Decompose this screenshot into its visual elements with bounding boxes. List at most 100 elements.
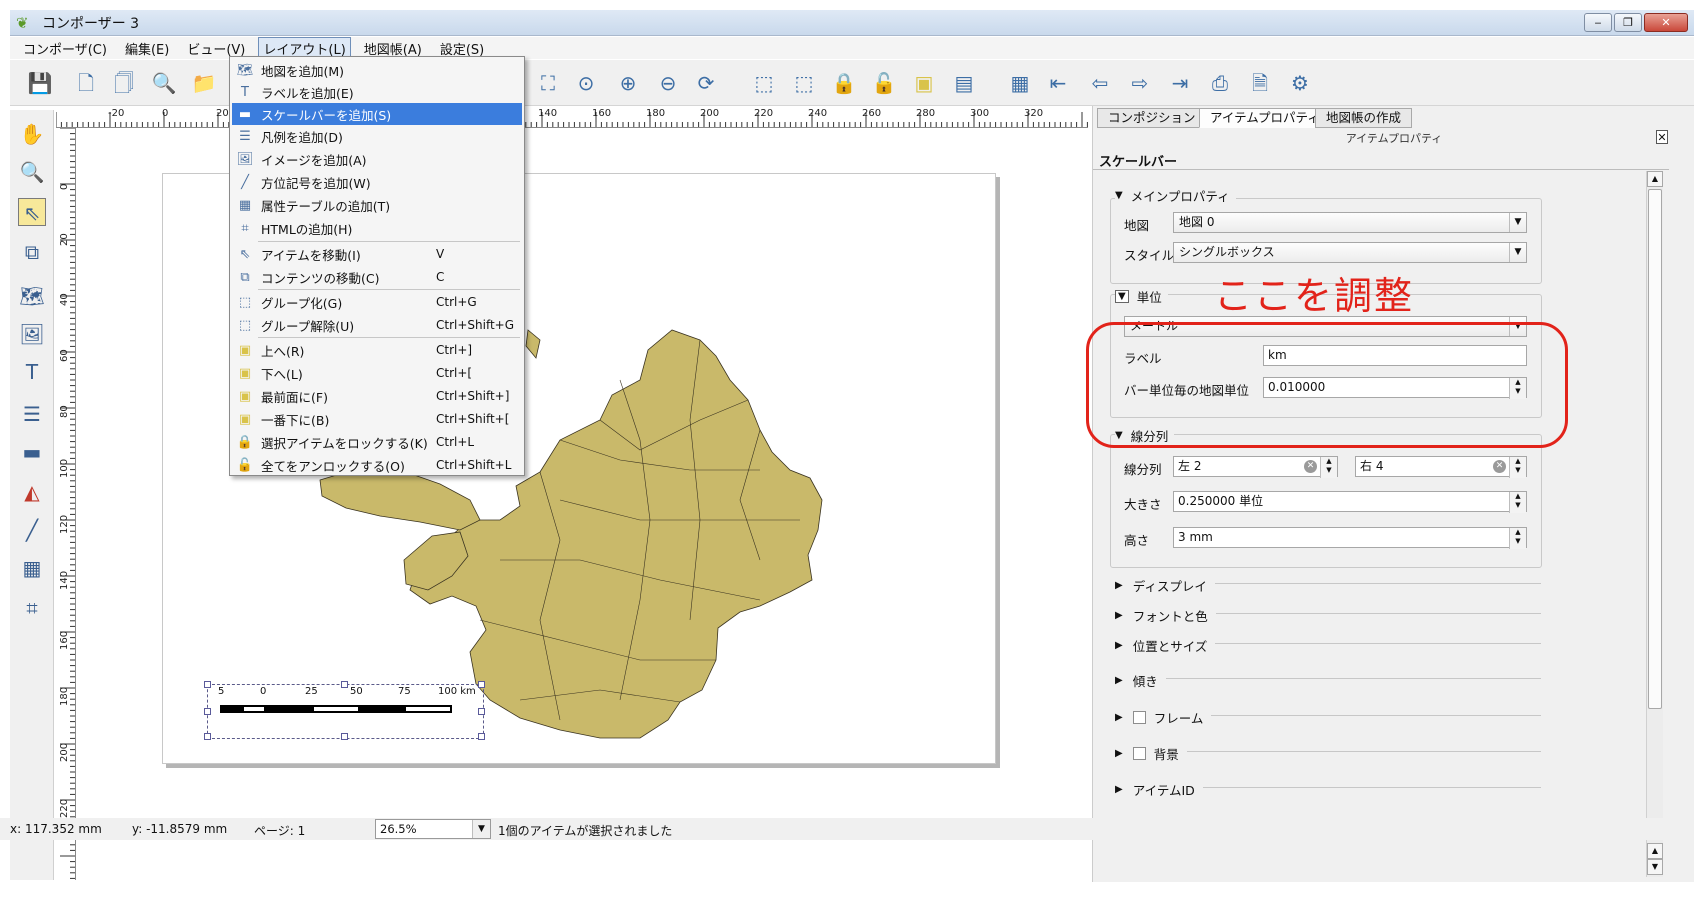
item-properties-panel: コンポジション アイテムプロパティ 地図帳の作成 アイテムプロパティ ✕ スケー… xyxy=(1092,106,1694,882)
resize-handle[interactable] xyxy=(478,708,485,715)
style-select[interactable]: シングルボックス ▼ xyxy=(1173,242,1527,263)
bar-height-input[interactable]: 3 mm ▲ ▼ xyxy=(1173,527,1527,549)
menu-item-label: グループ化(G) xyxy=(261,295,343,311)
section-item-id[interactable]: ▶ アイテムID xyxy=(1115,780,1203,799)
menu-item-label: 全てをアンロックする(O) xyxy=(261,458,405,474)
spinbox-arrows-icon[interactable]: ▲ ▼ xyxy=(1509,457,1526,478)
spinbox-arrows-icon[interactable]: ▲ ▼ xyxy=(1320,457,1337,478)
menu-item-label: HTMLの追加(H) xyxy=(261,221,353,237)
menu-item-label: イメージを追加(A) xyxy=(261,152,367,168)
scroll-up-icon[interactable]: ▲ xyxy=(1647,171,1663,187)
menu-add-html[interactable]: ⌗ HTMLの追加(H) xyxy=(232,217,522,239)
menu-shortcut: C xyxy=(436,270,445,284)
cursor-x-readout: x: 117.352 mm xyxy=(10,822,102,836)
section-display[interactable]: ▶ ディスプレイ xyxy=(1115,576,1215,595)
section-font-color[interactable]: ▶ フォントと色 xyxy=(1115,606,1216,625)
lock-icon: 🔒 xyxy=(236,434,254,450)
segments-left-value: 左 2 xyxy=(1178,459,1202,473)
resize-handle[interactable] xyxy=(204,733,211,740)
map-select[interactable]: 地図 0 ▼ xyxy=(1173,212,1527,233)
scroll-down-icon[interactable]: ▼ xyxy=(1647,859,1663,875)
resize-handle[interactable] xyxy=(341,733,348,740)
resize-handle[interactable] xyxy=(204,708,211,715)
dock-title: アイテムプロパティ xyxy=(1345,132,1443,145)
zoom-value: 26.5% xyxy=(380,822,417,836)
menu-bring-front[interactable]: ▣ 最前面に(F) Ctrl+Shift+] xyxy=(232,385,522,407)
clear-icon[interactable]: ✕ xyxy=(1304,460,1317,473)
tab-composition[interactable]: コンポジション xyxy=(1097,108,1207,128)
bring-front-icon: ▣ xyxy=(238,388,252,404)
menu-item-label: 一番下に(B) xyxy=(261,412,330,428)
section-position-size[interactable]: ▶ 位置とサイズ xyxy=(1115,636,1216,655)
menu-item-label: 属性テーブルの追加(T) xyxy=(261,198,391,214)
layout-menu-dropdown: 🗺 地図を追加(M) T ラベルを追加(E) ▬ スケールバーを追加(S) ☰ 凡例を追… xyxy=(229,56,525,476)
menu-add-image[interactable]: 🖼 イメージを追加(A) xyxy=(232,148,522,170)
divider xyxy=(1093,169,1669,170)
add-html-icon: ⌗ xyxy=(241,220,249,236)
tab-atlas-generation[interactable]: 地図帳の作成 xyxy=(1315,108,1413,128)
menu-add-legend[interactable]: ☰ 凡例を追加(D) xyxy=(232,125,522,147)
resize-handle[interactable] xyxy=(204,681,211,688)
menu-separator xyxy=(258,289,520,290)
menu-item-label: スケールバーを追加(S) xyxy=(261,107,392,123)
expand-triangle-icon: ▶ xyxy=(1115,748,1123,759)
menu-move-content[interactable]: ⧉ コンテンツの移動(C) C xyxy=(232,266,522,288)
annotation-text: ここを調整 xyxy=(1214,274,1415,318)
segments-right-input[interactable]: 右 4 ✕ ▲ ▼ xyxy=(1355,456,1527,478)
menu-item-label: 選択アイテムをロックする(K) xyxy=(261,435,428,451)
menu-lower[interactable]: ▣ 下へ(L) Ctrl+[ xyxy=(232,362,522,384)
section-background[interactable]: ▶ 背景 xyxy=(1115,744,1187,763)
background-checkbox[interactable] xyxy=(1132,747,1146,760)
add-map-icon: 🗺 xyxy=(236,62,254,78)
resize-handle[interactable] xyxy=(478,681,485,688)
send-back-icon: ▣ xyxy=(238,411,252,427)
clear-icon[interactable]: ✕ xyxy=(1493,460,1506,473)
menu-shortcut: Ctrl+G xyxy=(436,295,477,309)
zoom-select[interactable]: 26.5% ▼ xyxy=(375,819,491,839)
spinbox-arrows-icon[interactable]: ▲ ▼ xyxy=(1509,528,1526,549)
menu-lock[interactable]: 🔒 選択アイテムをロックする(K) Ctrl+L xyxy=(232,431,522,453)
menu-shortcut: Ctrl+] xyxy=(436,343,473,357)
units-header[interactable]: ▼ 単位 xyxy=(1115,287,1168,306)
menu-add-arrow[interactable]: ╱ 方位記号を追加(W) xyxy=(232,171,522,193)
scroll-up-icon[interactable]: ▲ xyxy=(1647,843,1663,859)
scrollbar-thumb[interactable] xyxy=(1648,189,1662,709)
main-properties-header[interactable]: ▼ メインプロパティ xyxy=(1115,186,1236,205)
divider xyxy=(1123,678,1541,679)
scalebar-item[interactable]: 5 0 25 50 75 100 km xyxy=(204,681,485,740)
menu-raise[interactable]: ▣ 上へ(R) Ctrl+] xyxy=(232,339,522,361)
menu-add-map[interactable]: 🗺 地図を追加(M) xyxy=(232,59,522,81)
scalebar-label: 25 xyxy=(305,686,318,697)
resize-handle[interactable] xyxy=(478,733,485,740)
panel-scrollbar[interactable]: ▲ ▲ ▼ xyxy=(1646,171,1663,877)
size-label: 大きさ xyxy=(1124,497,1162,512)
section-title: フォントと色 xyxy=(1132,609,1208,624)
move-content-icon: ⧉ xyxy=(240,269,250,285)
tab-item-properties[interactable]: アイテムプロパティ xyxy=(1199,108,1331,128)
menu-group[interactable]: ⬚ グループ化(G) Ctrl+G xyxy=(232,291,522,313)
select-move-icon: ⇖ xyxy=(239,246,251,262)
scalebar-bar xyxy=(220,705,452,713)
menu-ungroup[interactable]: ⬚ グループ解除(U) Ctrl+Shift+G xyxy=(232,314,522,336)
add-arrow-icon: ╱ xyxy=(241,174,249,190)
segments-label: 線分列 xyxy=(1124,462,1162,477)
add-scalebar-icon: ▬ xyxy=(238,106,252,122)
status-bar: x: 117.352 mm y: -11.8579 mm ページ: 1 26.5… xyxy=(0,818,1694,840)
resize-handle[interactable] xyxy=(341,681,348,688)
menu-add-table[interactable]: ▦ 属性テーブルの追加(T) xyxy=(232,194,522,216)
menu-send-back[interactable]: ▣ 一番下に(B) Ctrl+Shift+[ xyxy=(232,408,522,430)
menu-shortcut: Ctrl+Shift+L xyxy=(436,458,512,472)
spinbox-arrows-icon[interactable]: ▲ ▼ xyxy=(1509,492,1526,513)
segment-size-input[interactable]: 0.250000 単位 ▲ ▼ xyxy=(1173,491,1527,513)
expand-triangle-icon: ▶ xyxy=(1115,784,1123,795)
menu-unlock[interactable]: 🔓 全てをアンロックする(O) Ctrl+Shift+L xyxy=(232,454,522,476)
menu-add-label[interactable]: T ラベルを追加(E) xyxy=(232,81,522,103)
section-frame[interactable]: ▶ フレーム xyxy=(1115,708,1212,727)
section-rotation[interactable]: ▶ 傾き xyxy=(1115,671,1166,690)
menu-add-scalebar[interactable]: ▬ スケールバーを追加(S) xyxy=(232,103,522,125)
height-label: 高さ xyxy=(1124,533,1150,548)
menu-select-move[interactable]: ⇖ アイテムを移動(I) V xyxy=(232,243,522,265)
frame-checkbox[interactable] xyxy=(1132,711,1146,724)
dock-close-icon[interactable]: ✕ xyxy=(1656,130,1668,144)
segments-left-input[interactable]: 左 2 ✕ ▲ ▼ xyxy=(1173,456,1338,478)
